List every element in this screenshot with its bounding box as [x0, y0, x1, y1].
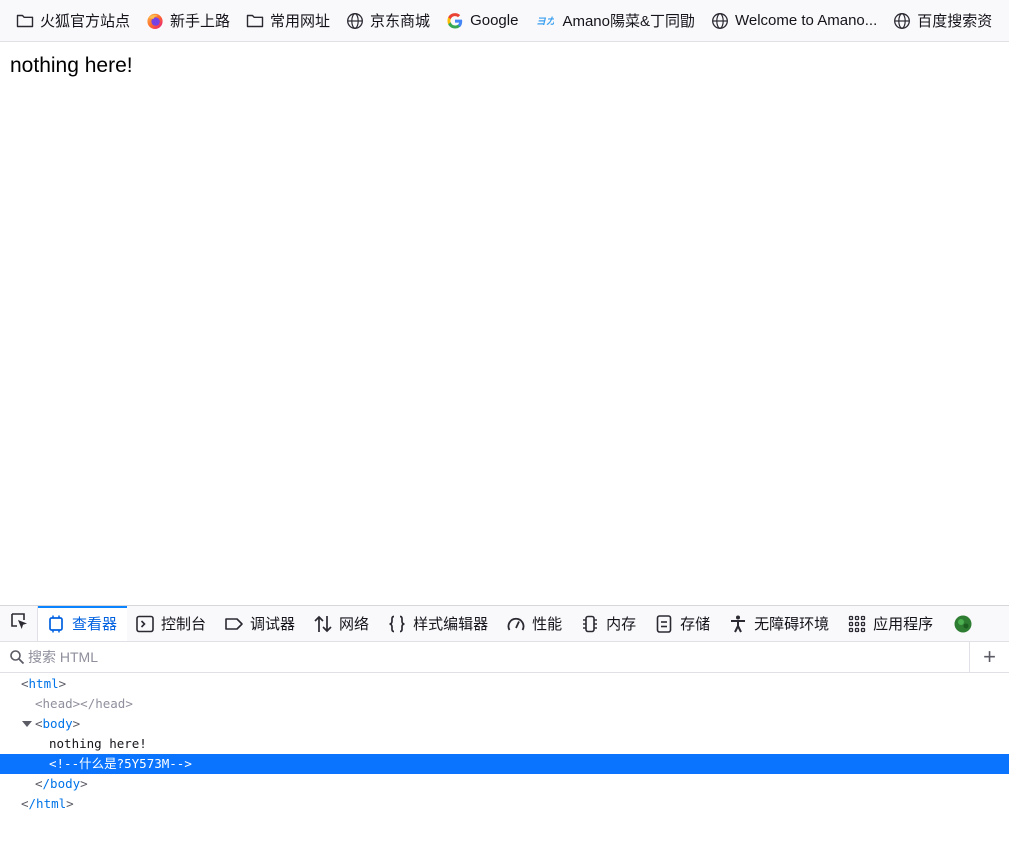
globe-icon: [711, 12, 729, 30]
devtools-panel: 查看器 控制台 调试器 网络 样式编辑器 性能 内存 存储 无障碍环境 应用程序…: [0, 605, 1009, 861]
tab-performance[interactable]: 性能: [498, 606, 572, 641]
bookmark-label: Welcome to Amano...: [734, 12, 878, 29]
plus-icon: +: [983, 644, 996, 669]
tab-style-editor[interactable]: 样式编辑器: [379, 606, 498, 641]
tab-label: 样式编辑器: [413, 616, 489, 633]
text-node: nothing here!: [49, 736, 147, 751]
debugger-icon: [224, 614, 244, 634]
bookmark-folder-firefox-sites[interactable]: 火狐官方站点: [8, 6, 138, 36]
tab-label: 内存: [606, 616, 637, 633]
tab-network[interactable]: 网络: [305, 606, 379, 641]
bookmark-label: Google: [470, 12, 519, 29]
search-icon: [9, 649, 25, 665]
tab-storage[interactable]: 存储: [646, 606, 720, 641]
bookmark-label: 百度搜索资: [917, 13, 993, 30]
tag-name: /body: [42, 776, 81, 791]
bookmark-label: 常用网址: [270, 13, 331, 30]
tab-label: 网络: [339, 616, 370, 633]
expand-arrow-icon[interactable]: [22, 714, 32, 734]
bookmark-jd[interactable]: 京东商城: [338, 6, 438, 36]
devtools-tab-bar: 查看器 控制台 调试器 网络 样式编辑器 性能 内存 存储 无障碍环境 应用程序: [0, 606, 1009, 642]
accessibility-icon: [728, 614, 748, 634]
tab-label: 无障碍环境: [754, 616, 830, 633]
tab-application[interactable]: 应用程序: [839, 606, 943, 641]
console-icon: [135, 614, 155, 634]
tab-label: 性能: [532, 616, 563, 633]
tag-name: head: [42, 696, 73, 711]
html-search-bar: +: [0, 642, 1009, 673]
tag-name: body: [42, 716, 73, 731]
tree-node-head[interactable]: <head></head>: [0, 694, 1009, 714]
bookmark-label: 新手上路: [170, 13, 231, 30]
bookmark-folder-common-sites[interactable]: 常用网址: [238, 6, 338, 36]
add-node-button[interactable]: +: [969, 642, 1009, 672]
tab-label: 控制台: [161, 616, 207, 633]
tree-node-comment[interactable]: <!--什么是?5Y573M-->: [0, 754, 1009, 774]
html-search-input[interactable]: [28, 645, 928, 669]
inspector-icon: [46, 614, 66, 634]
firefox-icon: [146, 12, 164, 30]
tab-debugger[interactable]: 调试器: [216, 606, 305, 641]
bookmark-welcome-amano[interactable]: Welcome to Amano...: [703, 6, 885, 36]
application-icon: [847, 614, 867, 634]
tree-node-html-close[interactable]: </html>: [0, 794, 1009, 814]
tab-inspector[interactable]: 查看器: [38, 606, 128, 641]
tree-node-text[interactable]: nothing here!: [0, 734, 1009, 754]
svg-text:ヨカ: ヨカ: [536, 16, 554, 27]
folder-icon: [246, 12, 264, 30]
extension-tab[interactable]: [943, 606, 989, 641]
tab-label: 查看器: [72, 616, 118, 633]
globe-icon: [893, 12, 911, 30]
bookmark-amano[interactable]: ヨカ Amano陽菜&丁同勖: [526, 6, 703, 36]
tag-name: /head: [87, 696, 126, 711]
memory-icon: [580, 614, 600, 634]
tab-accessibility[interactable]: 无障碍环境: [720, 606, 839, 641]
network-icon: [313, 614, 333, 634]
page-text: nothing here!: [10, 54, 133, 77]
tab-memory[interactable]: 内存: [572, 606, 646, 641]
tree-node-html[interactable]: <html>: [0, 674, 1009, 694]
tab-label: 存储: [680, 616, 711, 633]
page-content: nothing here!: [0, 43, 1009, 605]
bookmarks-toolbar: 火狐官方站点 新手上路 常用网址 京东商城 Google ヨカ Amano陽菜&…: [0, 0, 1009, 42]
bookmark-getting-started[interactable]: 新手上路: [138, 6, 238, 36]
globe-icon: [346, 12, 364, 30]
tag-name: /html: [28, 796, 67, 811]
style-editor-icon: [387, 614, 407, 634]
markup-tree: <html> <head></head> <body> nothing here…: [0, 673, 1009, 814]
folder-icon: [16, 12, 34, 30]
bookmark-google[interactable]: Google: [438, 6, 526, 36]
bookmark-label: Amano陽菜&丁同勖: [562, 13, 695, 30]
tree-node-body-close[interactable]: </body>: [0, 774, 1009, 794]
element-picker-button[interactable]: [0, 606, 38, 641]
extension-icon: [953, 614, 973, 634]
google-icon: [446, 12, 464, 30]
storage-icon: [654, 614, 674, 634]
tag-name: html: [28, 676, 59, 691]
bookmark-label: 京东商城: [370, 13, 431, 30]
element-picker-icon: [9, 611, 29, 636]
tab-console[interactable]: 控制台: [127, 606, 216, 641]
tab-label: 调试器: [250, 616, 296, 633]
bookmark-baidu[interactable]: 百度搜索资: [885, 6, 1000, 36]
amano-logo-icon: ヨカ: [534, 12, 556, 30]
tree-node-body[interactable]: <body>: [0, 714, 1009, 734]
bookmark-label: 火狐官方站点: [40, 13, 131, 30]
performance-icon: [506, 614, 526, 634]
comment-node: <!--什么是?5Y573M-->: [49, 756, 192, 771]
tab-label: 应用程序: [873, 616, 934, 633]
